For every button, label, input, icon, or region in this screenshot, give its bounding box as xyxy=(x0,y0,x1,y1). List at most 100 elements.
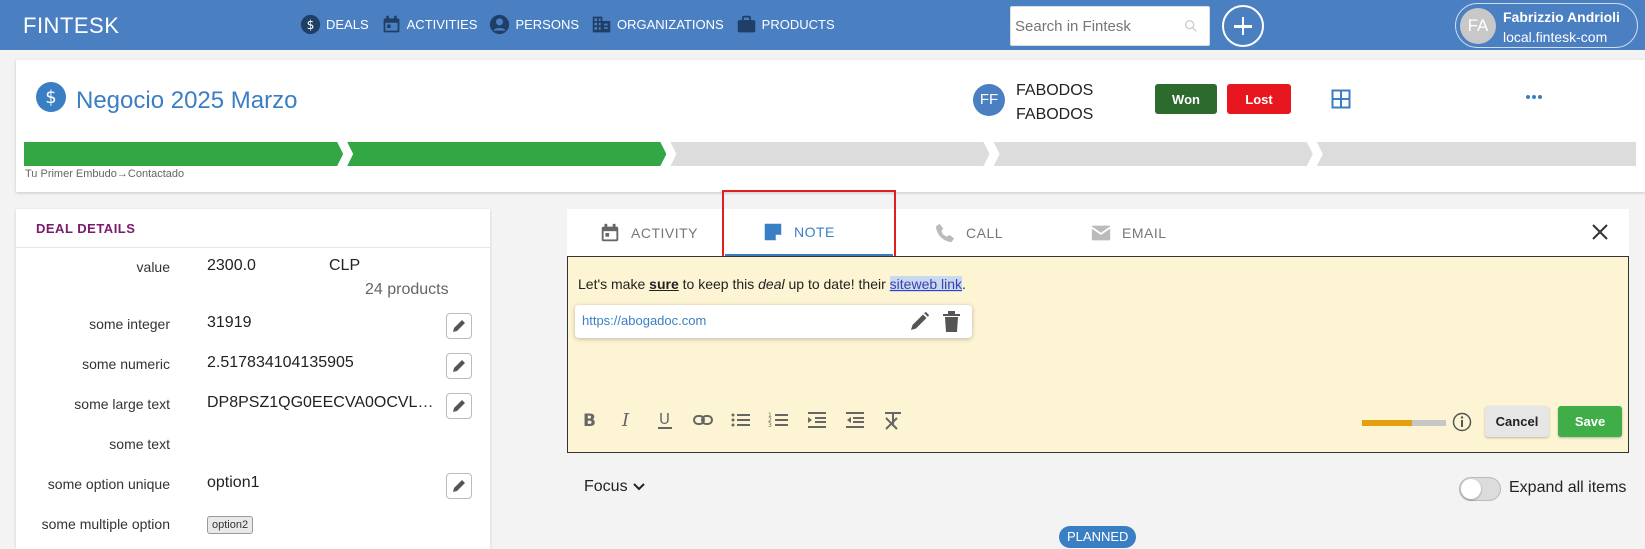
nav-persons[interactable]: PERSONS xyxy=(489,14,579,35)
note-text-segment: Let's make xyxy=(578,276,650,292)
edit-button[interactable] xyxy=(446,353,472,379)
nav-products[interactable]: PRODUCTS xyxy=(736,14,835,35)
clear-formatting-icon[interactable] xyxy=(882,409,904,431)
pipeline-stage[interactable] xyxy=(347,142,666,166)
user-menu[interactable]: FA Fabrizzio Andrioli local.fintesk-com xyxy=(1455,3,1638,48)
save-button[interactable]: Save xyxy=(1558,406,1622,437)
deal-title: Negocio 2025 Marzo xyxy=(76,87,298,114)
deal-details-title: DEAL DETAILS xyxy=(36,221,136,236)
edit-button[interactable] xyxy=(446,393,472,419)
more-options-icon[interactable] xyxy=(1524,90,1544,104)
mail-icon xyxy=(1091,225,1111,240)
building-icon xyxy=(592,16,611,33)
nav-organizations[interactable]: ORGANIZATIONS xyxy=(591,14,724,35)
tab-email[interactable]: EMAIL xyxy=(1090,209,1190,256)
pencil-icon xyxy=(453,480,465,492)
link-url[interactable]: https://abogadoc.com xyxy=(582,313,706,328)
nav-deals[interactable]: $ DEALS xyxy=(300,14,369,35)
note-text-segment: up to date! their xyxy=(784,276,890,292)
detail-value: 31919 xyxy=(207,314,252,331)
products-count[interactable]: 24 products xyxy=(365,281,449,299)
nav-persons-label: PERSONS xyxy=(515,17,580,32)
italic-icon[interactable]: I xyxy=(616,409,638,431)
briefcase-icon xyxy=(737,15,755,33)
grid-view-icon[interactable] xyxy=(1331,89,1351,109)
detail-value: 2.517834104135905 xyxy=(207,354,354,371)
svg-text:B: B xyxy=(583,411,596,431)
tab-activity-label: ACTIVITY xyxy=(631,224,699,241)
detail-label: some large text xyxy=(74,396,170,412)
search-box xyxy=(1010,6,1210,46)
cancel-button[interactable]: Cancel xyxy=(1485,406,1549,437)
dollar-circle-icon: $ xyxy=(300,14,321,35)
delete-link-icon[interactable] xyxy=(942,311,961,332)
nav-deals-label: DEALS xyxy=(326,17,369,32)
nav-organizations-label: ORGANIZATIONS xyxy=(617,17,724,32)
edit-button[interactable] xyxy=(446,473,472,499)
main-nav: $ DEALS ACTIVITIES PERSONS ORGANIZATIONS… xyxy=(300,14,835,35)
phone-icon xyxy=(935,223,955,242)
svg-text:$: $ xyxy=(45,87,56,108)
detail-row: some option unique option1 xyxy=(16,466,490,506)
detail-label: some multiple option xyxy=(41,516,170,532)
search-icon[interactable] xyxy=(1183,18,1199,34)
close-icon[interactable] xyxy=(1591,223,1609,241)
person-name[interactable]: FABODOS FABODOS xyxy=(1016,79,1106,127)
note-bold-text: sure xyxy=(649,276,679,292)
lost-button[interactable]: Lost xyxy=(1227,84,1291,114)
pipeline-stage[interactable] xyxy=(1316,142,1636,166)
detail-row: some large text DP8PSZ1QG0EECVA0OCVLUNQ xyxy=(16,386,490,426)
pipeline-breadcrumb: Tu Primer Embudo→Contactado xyxy=(25,168,185,180)
quick-add-button[interactable] xyxy=(1222,5,1264,47)
focus-label: Focus xyxy=(584,478,628,495)
pipeline-stage[interactable] xyxy=(994,142,1313,166)
tab-activity[interactable]: ACTIVITY xyxy=(599,209,719,256)
indent-icon[interactable] xyxy=(806,409,828,431)
nav-activities-label: ACTIVITIES xyxy=(406,17,478,32)
note-link[interactable]: siteweb link xyxy=(889,276,963,292)
expand-all-toggle[interactable] xyxy=(1459,477,1501,501)
detail-label: some option unique xyxy=(47,476,170,492)
detail-label: value xyxy=(136,259,170,275)
edit-link-icon[interactable] xyxy=(909,311,930,332)
user-host: local.fintesk-com xyxy=(1503,29,1608,45)
info-icon[interactable] xyxy=(1452,412,1472,432)
detail-label: some integer xyxy=(89,316,170,332)
pencil-icon xyxy=(453,320,465,332)
tab-call[interactable]: CALL xyxy=(934,209,1034,256)
search-input[interactable] xyxy=(1011,7,1176,45)
calendar-icon xyxy=(601,223,619,241)
bold-icon[interactable]: B xyxy=(578,409,600,431)
detail-label: some numeric xyxy=(82,356,170,372)
numbered-list-icon[interactable]: 123 xyxy=(768,409,790,431)
note-italic-text: deal xyxy=(758,276,785,292)
won-button[interactable]: Won xyxy=(1155,84,1217,114)
divider xyxy=(16,247,490,248)
avatar: FA xyxy=(1460,8,1496,44)
outdent-icon[interactable] xyxy=(844,409,866,431)
user-name: Fabrizzio Andrioli xyxy=(1503,9,1620,25)
nav-activities[interactable]: ACTIVITIES xyxy=(381,14,478,35)
focus-dropdown[interactable]: Focus xyxy=(584,478,646,496)
note-strength-bar xyxy=(1362,420,1446,426)
pipeline-stages xyxy=(24,142,1636,166)
person-avatar[interactable]: FF xyxy=(973,84,1005,116)
deal-header: $ Negocio 2025 Marzo FF FABODOS FABODOS … xyxy=(16,60,1645,192)
link-icon[interactable] xyxy=(692,409,714,431)
detail-label: some text xyxy=(109,436,170,452)
brand-logo[interactable]: FINTESK xyxy=(23,13,119,39)
bulleted-list-icon[interactable] xyxy=(730,409,752,431)
underline-icon[interactable]: U xyxy=(654,409,676,431)
note-editor[interactable]: Let's make sure to keep this deal up to … xyxy=(567,256,1629,453)
note-text[interactable]: Let's make sure to keep this deal up to … xyxy=(578,276,966,292)
tab-email-label: EMAIL xyxy=(1122,224,1167,241)
composer-tabs: ACTIVITY NOTE CALL EMAIL xyxy=(567,209,1629,256)
pipeline-stage[interactable] xyxy=(670,142,989,166)
detail-row: some integer 31919 xyxy=(16,306,490,346)
strength-fill xyxy=(1362,420,1413,426)
toggle-knob xyxy=(1461,479,1481,499)
pipeline-stage[interactable] xyxy=(24,142,343,166)
tab-note[interactable]: NOTE xyxy=(725,209,893,256)
option-chip: option2 xyxy=(207,516,254,534)
edit-button[interactable] xyxy=(446,313,472,339)
